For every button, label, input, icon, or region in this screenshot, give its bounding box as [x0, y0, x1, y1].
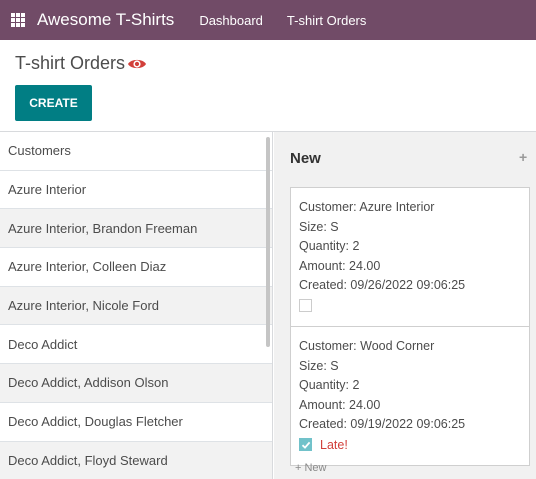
card-amount: Amount: 24.00 — [299, 258, 381, 273]
searchpanel-item[interactable]: Azure Interior, Brandon Freeman — [0, 209, 272, 249]
card-customer: Customer: Wood Corner — [299, 338, 435, 353]
searchpanel-item[interactable]: Deco Addict, Addison Olson — [0, 364, 272, 403]
kanban-cards: Customer: Azure Interior Size: S Quantit… — [290, 187, 530, 466]
page-title: T-shirt Orders — [15, 53, 126, 73]
control-panel: T-shirt Orders CREATE — [0, 40, 536, 132]
searchpanel-item[interactable]: Azure Interior, Nicole Ford — [0, 286, 272, 326]
card-created: Created: 09/26/2022 09:06:25 — [299, 278, 466, 293]
card-amount: Amount: 24.00 — [299, 397, 381, 412]
late-checkbox[interactable] — [299, 299, 312, 313]
card-size: Size: S — [299, 358, 339, 373]
late-checkbox[interactable] — [299, 438, 312, 452]
searchpanel-header-customers[interactable]: Customers — [0, 132, 272, 171]
searchpanel-scrollbar[interactable] — [266, 137, 270, 347]
searchpanel-item[interactable]: Deco Addict, Douglas Fletcher — [0, 403, 272, 442]
create-button[interactable]: CREATE — [15, 85, 92, 121]
card-late-row: Late! — [299, 435, 521, 455]
searchpanel-item[interactable]: Deco Addict, Floyd Steward — [0, 441, 272, 479]
kanban-card[interactable]: Customer: Azure Interior Size: S Quantit… — [291, 188, 529, 326]
card-customer: Customer: Azure Interior — [299, 200, 435, 214]
card-quantity: Quantity: 2 — [299, 378, 360, 393]
apps-grid-icon[interactable] — [11, 13, 25, 27]
eye-icon — [127, 57, 147, 71]
quick-create-new-button[interactable]: + New — [295, 462, 327, 474]
kanban-view: New + Customer: Azure Interior Size: S Q… — [274, 132, 536, 479]
card-size: Size: S — [299, 219, 339, 234]
kanban-column-title: New — [290, 150, 321, 167]
card-quantity: Quantity: 2 — [299, 239, 360, 254]
checkmark-icon — [301, 441, 310, 449]
menu-tshirt-orders[interactable]: T-shirt Orders — [287, 13, 366, 28]
app-name[interactable]: Awesome T-Shirts — [37, 10, 174, 30]
search-panel: Customers Azure Interior Azure Interior,… — [0, 132, 273, 479]
top-navbar: Awesome T-Shirts Dashboard T-shirt Order… — [0, 0, 536, 40]
searchpanel-item[interactable]: Deco Addict — [0, 325, 272, 365]
searchpanel-item[interactable]: Azure Interior — [0, 171, 272, 210]
page-title-wrap: T-shirt Orders — [15, 53, 147, 74]
add-column-record-button[interactable]: + — [519, 149, 527, 165]
late-label: Late! — [320, 437, 348, 452]
menu-dashboard[interactable]: Dashboard — [199, 13, 263, 28]
kanban-card[interactable]: Customer: Wood Corner Size: S Quantity: … — [291, 325, 529, 465]
searchpanel-item[interactable]: Azure Interior, Colleen Diaz — [0, 248, 272, 287]
card-late-row — [299, 296, 521, 316]
card-created: Created: 09/19/2022 09:06:25 — [299, 417, 466, 432]
